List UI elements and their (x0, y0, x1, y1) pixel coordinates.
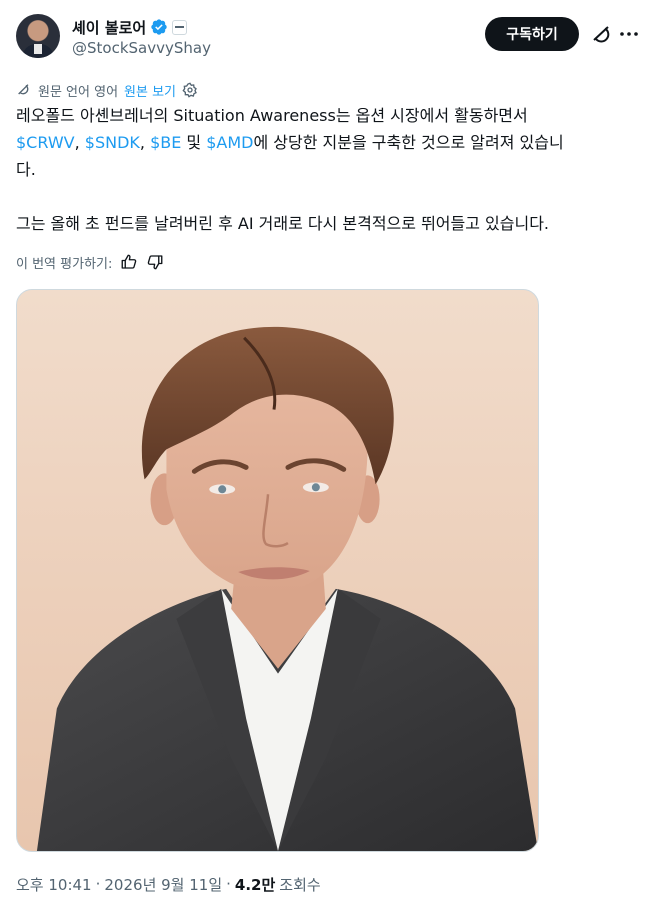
author-name-row: 셰이 볼로어 (72, 16, 188, 38)
comma-separator: , (74, 133, 85, 152)
tweet-line-2-tail: 에 상당한 지분을 구축한 것으로 알려져 있습니 (253, 133, 564, 152)
meta-separator: · (226, 875, 231, 893)
views-count: 4.2만 (234, 875, 276, 894)
and-word: 및 (181, 133, 207, 152)
rate-translation-label: 이 번역 평가하기: (16, 256, 113, 272)
rate-translation-row: 이 번역 평가하기: (16, 252, 164, 272)
cashtag-link[interactable]: $SNDK (85, 133, 140, 152)
avatar-collar (34, 44, 42, 54)
tweet-line-1: 레오폴드 아셴브레너의 Situation Awareness는 옵션 시장에서… (16, 106, 528, 125)
translation-source-label: 원문 언어 영어 (38, 84, 119, 100)
author-avatar[interactable] (16, 14, 60, 58)
author-name[interactable]: 셰이 볼로어 (72, 17, 146, 38)
translate-icon (18, 84, 29, 95)
grok-icon[interactable] (589, 22, 613, 46)
views-label: 조회수 (279, 875, 321, 894)
affiliate-badge-icon[interactable] (172, 19, 188, 35)
subscribe-button[interactable]: 구독하기 (485, 17, 579, 51)
tweet-date[interactable]: 2026년 9월 11일 (104, 874, 222, 895)
tweet-line-3: 다. (16, 160, 36, 179)
translation-row: 원문 언어 영어 원본 보기 (16, 81, 198, 100)
tweet-paragraph-2: 그는 올해 초 펀드를 날려버린 후 AI 거래로 다시 본격적으로 뛰어들고 … (16, 214, 550, 233)
tweet-media-photo[interactable] (16, 289, 539, 852)
cashtag-link[interactable]: $AMD (206, 133, 253, 152)
show-original-link[interactable]: 원본 보기 (124, 81, 176, 100)
thumbs-up-icon[interactable] (120, 253, 138, 271)
tweet-text: 레오폴드 아셴브레너의 Situation Awareness는 옵션 시장에서… (16, 102, 636, 233)
tweet-header: 셰이 볼로어 @StockSavvyShay 구독하기 (16, 14, 639, 62)
cashtag-link[interactable]: $CRWV (16, 133, 75, 152)
tweet-meta-row: 오후 10:41 · 2026년 9월 11일 · 4.2만 조회수 (16, 873, 321, 895)
author-handle[interactable]: @StockSavvyShay (72, 39, 211, 57)
cashtag-link[interactable]: $BE (150, 133, 181, 152)
tweet-line-2: $CRWV, $SNDK, $BE 및 $AMD에 상당한 지분을 구축한 것으… (16, 129, 636, 156)
gear-icon[interactable] (182, 82, 198, 98)
portrait-photo (36, 326, 538, 851)
verified-badge-icon[interactable] (150, 18, 168, 36)
meta-separator: · (95, 875, 101, 893)
comma-separator: , (139, 133, 151, 152)
more-icon[interactable] (617, 22, 641, 46)
thumbs-down-icon[interactable] (146, 253, 164, 271)
tweet-time[interactable]: 오후 10:41 (16, 874, 92, 895)
